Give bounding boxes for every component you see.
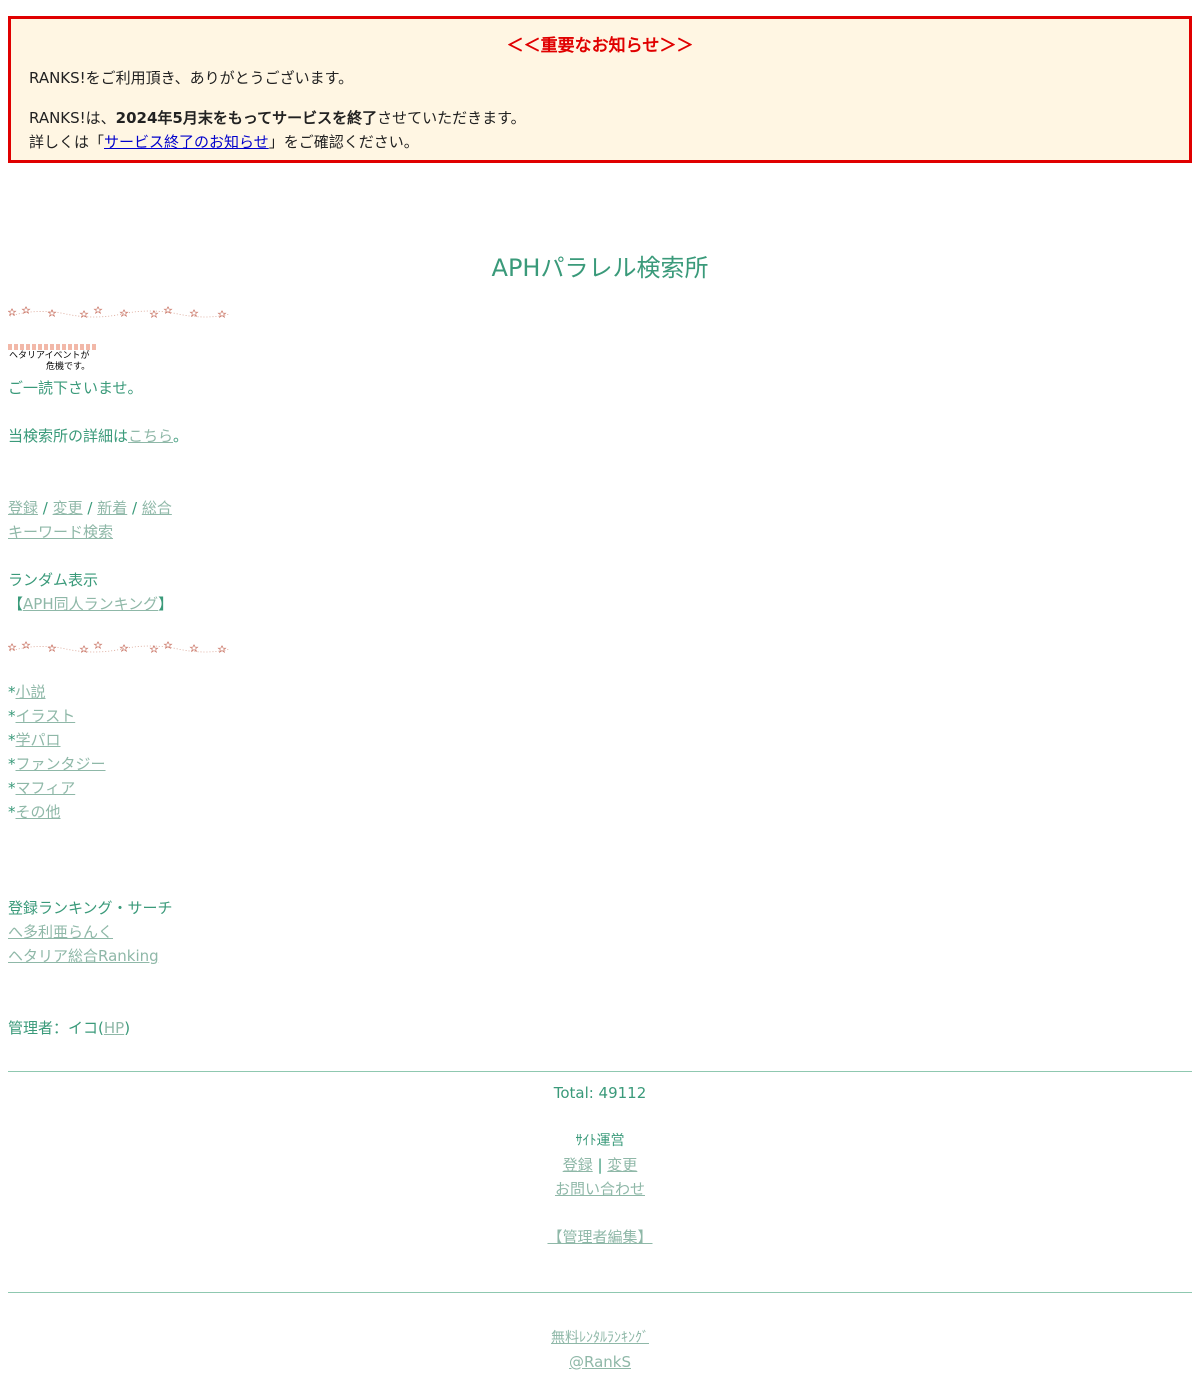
free-rental-ranking-link[interactable]: 無料ﾚﾝﾀﾙﾗﾝｷﾝｸﾞ [551, 1330, 649, 1346]
category-item: *マフィア [8, 776, 75, 800]
main-nav: 登録 / 変更 / 新着 / 総合 [8, 496, 172, 520]
doujin-ranking-row: 【APH同人ランキング】 [8, 592, 173, 616]
read-please-text: ご一読下さいませ。 [8, 379, 143, 397]
details-line: 当検索所の詳細はこちら。 [8, 424, 188, 448]
contact-link[interactable]: お問い合わせ [555, 1180, 645, 1198]
category-illust-link[interactable]: イラスト [16, 707, 76, 725]
ranks-row: @RankS [0, 1350, 1200, 1374]
category-item: *学パロ [8, 728, 61, 752]
category-item: *イラスト [8, 704, 75, 728]
nav-separator: / [38, 499, 53, 517]
notice-detail-prefix: 詳しくは「 [29, 133, 105, 151]
ranks-link[interactable]: @RankS [569, 1353, 631, 1371]
details-link[interactable]: こちら [128, 427, 173, 445]
footer-register-link[interactable]: 登録 [563, 1156, 593, 1174]
site-operation-label: ｻｲﾄ運営 [575, 1133, 625, 1149]
nav-separator: / [127, 499, 142, 517]
ranking-search-heading: 登録ランキング・サーチ [8, 899, 173, 917]
event-crisis-banner[interactable]: ヘタリアイベントが 危機です。 [8, 344, 96, 374]
notice-end-line: RANKS!は、2024年5月末をもってサービスを終了させていただきます。 [29, 107, 526, 128]
ranking-link-row: ヘタリア総合Ranking [8, 944, 159, 968]
free-ranking-row: 無料ﾚﾝﾀﾙﾗﾝｷﾝｸﾞ [0, 1326, 1200, 1350]
category-school-link[interactable]: 学パロ [16, 731, 61, 749]
admin-suffix: ) [124, 1019, 131, 1037]
category-item: *その他 [8, 800, 61, 824]
nav-register-link[interactable]: 登録 [8, 499, 38, 517]
notice-detail-suffix: 」をご確認ください。 [268, 133, 419, 151]
category-item: *ファンタジー [8, 752, 106, 776]
hetalia-rank-link[interactable]: へ多利亜らんく [8, 923, 113, 941]
service-end-notice: ＜＜重要なお知らせ＞＞ RANKS!をご利用頂き、ありがとうございます。 RAN… [8, 16, 1192, 163]
doujin-ranking-link[interactable]: APH同人ランキング [23, 595, 158, 613]
notice-end-prefix: RANKS!は、 [29, 109, 116, 127]
details-prefix: 当検索所の詳細は [8, 427, 129, 445]
total-count: Total: 49112 [553, 1084, 647, 1102]
admin-hp-link[interactable]: HP [104, 1019, 124, 1037]
hetalia-overall-ranking-link[interactable]: ヘタリア総合Ranking [8, 947, 159, 965]
footer-divider-top [8, 1071, 1192, 1072]
doujin-bracket-open: 【 [8, 595, 24, 613]
nav-new-link[interactable]: 新着 [97, 499, 127, 517]
admin-prefix: 管理者：イコ( [8, 1019, 104, 1037]
banner-line2: 危機です。 [46, 362, 91, 372]
category-mafia-link[interactable]: マフィア [16, 779, 76, 797]
footer-pipe: | [592, 1156, 608, 1174]
admin-edit-link[interactable]: 【管理者編集】 [547, 1228, 652, 1246]
details-suffix: 。 [173, 427, 189, 445]
doujin-bracket-close: 】 [158, 595, 174, 613]
category-item: *小説 [8, 680, 46, 704]
keyword-search-row: キーワード検索 [8, 520, 113, 544]
notice-thanks: RANKS!をご利用頂き、ありがとうございます。 [29, 69, 354, 87]
nav-change-link[interactable]: 変更 [53, 499, 83, 517]
ranking-link-row: へ多利亜らんく [8, 920, 113, 944]
footer-admin-edit-row: 【管理者編集】 [0, 1225, 1200, 1249]
keyword-search-link[interactable]: キーワード検索 [8, 523, 113, 541]
nav-overall-link[interactable]: 総合 [142, 499, 172, 517]
footer-change-link[interactable]: 変更 [607, 1156, 637, 1174]
category-fantasy-link[interactable]: ファンタジー [16, 755, 106, 773]
category-bullet: * [8, 731, 16, 749]
admin-line: 管理者：イコ(HP) [8, 1016, 130, 1040]
category-bullet: * [8, 683, 16, 701]
category-bullet: * [8, 707, 16, 725]
star-divider-middle [8, 641, 230, 653]
service-end-link[interactable]: サービス終了のお知らせ [104, 133, 269, 151]
star-divider-top [8, 306, 230, 318]
category-bullet: * [8, 779, 16, 797]
category-other-link[interactable]: その他 [16, 803, 61, 821]
notice-end-date: 2024年5月末をもってサービスを終了 [115, 109, 378, 127]
random-display-text: ランダム表示 [8, 571, 99, 589]
notice-end-suffix: させていただきます。 [377, 109, 526, 127]
notice-detail-line: 詳しくは「サービス終了のお知らせ」をご確認ください。 [29, 131, 419, 152]
site-title: APHパラレル検索所 [491, 254, 709, 282]
nav-separator: / [82, 499, 98, 517]
category-novel-link[interactable]: 小説 [16, 683, 46, 701]
category-bullet: * [8, 803, 16, 821]
category-bullet: * [8, 755, 16, 773]
footer-divider-bottom [8, 1292, 1192, 1293]
notice-title: ＜＜重要なお知らせ＞＞ [506, 36, 694, 56]
footer-contact-row: お問い合わせ [0, 1177, 1200, 1201]
footer-register-change: 登録 | 変更 [0, 1153, 1200, 1177]
